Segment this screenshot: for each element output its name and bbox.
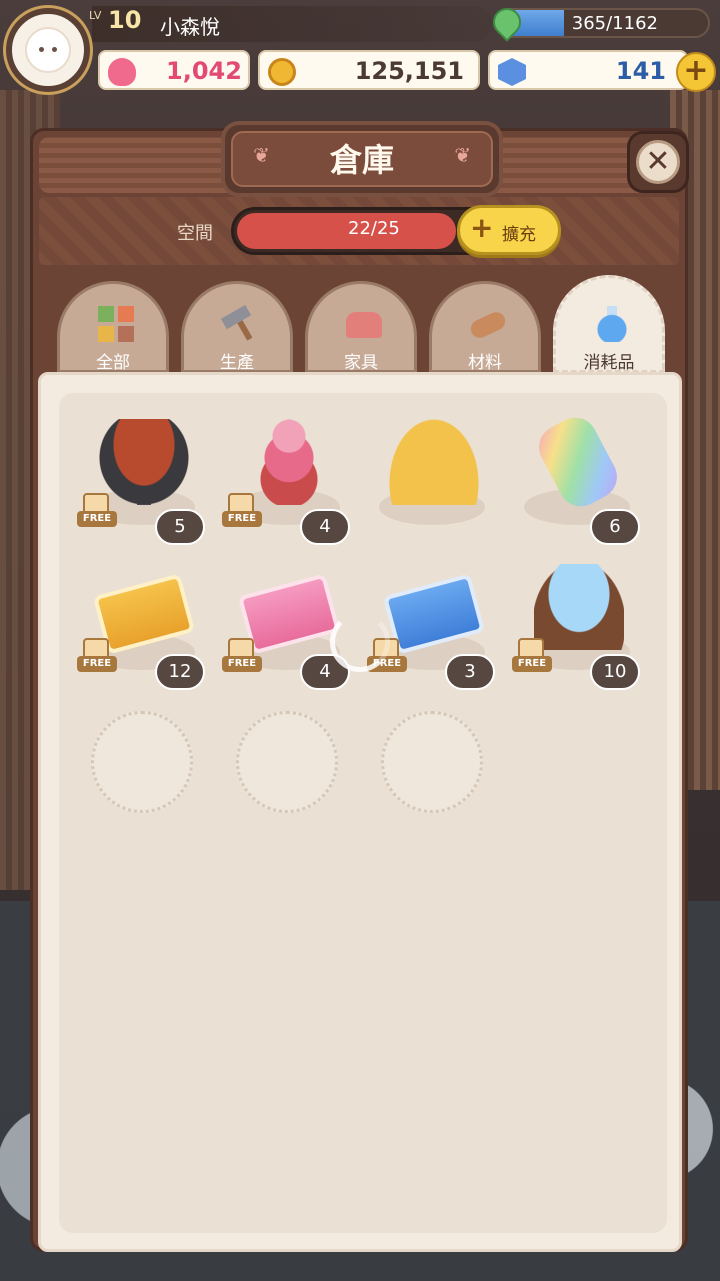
- tab-consumables[interactable]: 消耗品: [553, 275, 665, 373]
- energy-bar[interactable]: 365/1162: [496, 8, 710, 38]
- heart-counter[interactable]: 1,042: [98, 50, 250, 90]
- close-icon: ✕: [636, 140, 680, 184]
- inventory-item-rainbow-bottle[interactable]: 6: [512, 405, 642, 545]
- avatar-face-icon: [25, 27, 71, 73]
- gem-counter[interactable]: 141: [488, 50, 688, 90]
- strawberry-cake-icon: [389, 419, 479, 505]
- player-avatar[interactable]: [6, 8, 90, 92]
- gold-value: 125,151: [354, 57, 464, 85]
- capacity-fill: [237, 213, 457, 249]
- item-count: 12: [155, 654, 205, 690]
- top-hud: LV 10 小森悅 365/1162 1,042 125,151 141 +: [0, 0, 720, 100]
- inventory-item-bbq-grill[interactable]: FREE 5: [77, 405, 207, 545]
- tab-label: 家具: [344, 353, 378, 373]
- expand-label: 擴充: [502, 225, 536, 245]
- page-title: 倉庫: [329, 141, 394, 179]
- loading-spinner-icon: [330, 612, 390, 672]
- empty-slot-ring: [381, 711, 483, 813]
- gem-icon: [498, 58, 526, 86]
- level-number: 10: [108, 6, 142, 34]
- inventory-item-gold-ticket[interactable]: FREE 12: [77, 550, 207, 690]
- item-count: 3: [445, 654, 495, 690]
- capacity-bar: 22/25: [231, 207, 493, 255]
- free-label: FREE: [77, 511, 117, 527]
- gold-counter[interactable]: 125,151: [258, 50, 480, 90]
- empty-slot[interactable]: [77, 695, 207, 825]
- gold-coin-icon: [268, 58, 296, 86]
- empty-slot[interactable]: [367, 695, 497, 825]
- sofa-icon: [346, 312, 382, 338]
- inventory-item-dessert-stand[interactable]: FREE 4: [222, 405, 352, 545]
- expand-button[interactable]: + 擴充: [457, 205, 561, 255]
- item-count: 10: [590, 654, 640, 690]
- gem-value: 141: [615, 57, 666, 85]
- item-count: 5: [155, 509, 205, 545]
- free-badge: FREE: [222, 493, 262, 533]
- tab-label: 消耗品: [583, 353, 635, 373]
- free-badge: FREE: [77, 638, 117, 678]
- free-label: FREE: [222, 656, 262, 672]
- tab-furniture[interactable]: 家具: [305, 281, 417, 373]
- heart-icon: [108, 58, 136, 86]
- tab-materials[interactable]: 材料: [429, 281, 541, 373]
- capacity-row: 空間 22/25 + 擴充: [39, 197, 679, 265]
- tab-label: 全部: [96, 353, 130, 373]
- add-gems-button[interactable]: +: [676, 52, 716, 92]
- free-label: FREE: [512, 656, 552, 672]
- inventory-item-crystal-bowl[interactable]: FREE 10: [512, 550, 642, 690]
- capacity-label: 空間: [177, 223, 213, 244]
- item-count: 4: [300, 509, 350, 545]
- tab-all[interactable]: 全部: [57, 281, 169, 373]
- inventory-item-gem-ticket[interactable]: FREE 3: [367, 550, 497, 690]
- category-tabs: 全部 生產 家具 材料 消耗品: [57, 275, 677, 377]
- plus-icon: +: [470, 211, 494, 244]
- capacity-text: 22/25: [348, 218, 400, 239]
- player-name: 小森悅: [160, 15, 220, 39]
- level-tag: LV: [89, 9, 102, 22]
- hammer-icon: [215, 299, 265, 349]
- item-count: 6: [590, 509, 640, 545]
- close-button[interactable]: ✕: [627, 131, 689, 193]
- inventory-grid: FREE 5 FREE 4 6 FREE 12 FREE 4 FREE 3 FR…: [59, 393, 667, 1233]
- free-label: FREE: [222, 511, 262, 527]
- level-bar: [92, 6, 492, 42]
- empty-slot-ring: [236, 711, 338, 813]
- heart-value: 1,042: [166, 57, 242, 85]
- empty-slot-ring: [91, 711, 193, 813]
- tab-label: 材料: [468, 353, 502, 373]
- free-badge: FREE: [222, 638, 262, 678]
- title-plaque: ❦ ❦ 倉庫: [221, 121, 503, 197]
- empty-slot[interactable]: [222, 695, 352, 825]
- tab-production[interactable]: 生產: [181, 281, 293, 373]
- free-badge: FREE: [77, 493, 117, 533]
- potion-icon: [594, 306, 630, 342]
- energy-text: 365/1162: [571, 13, 658, 34]
- free-label: FREE: [77, 656, 117, 672]
- free-badge: FREE: [512, 638, 552, 678]
- grid-icon: [98, 306, 134, 342]
- inventory-content: FREE 5 FREE 4 6 FREE 12 FREE 4 FREE 3 FR…: [38, 372, 682, 1252]
- inventory-item-heart-ticket[interactable]: FREE 4: [222, 550, 352, 690]
- log-icon: [467, 309, 509, 341]
- inventory-item-strawberry-cake[interactable]: [367, 405, 497, 535]
- tab-label: 生產: [220, 353, 254, 373]
